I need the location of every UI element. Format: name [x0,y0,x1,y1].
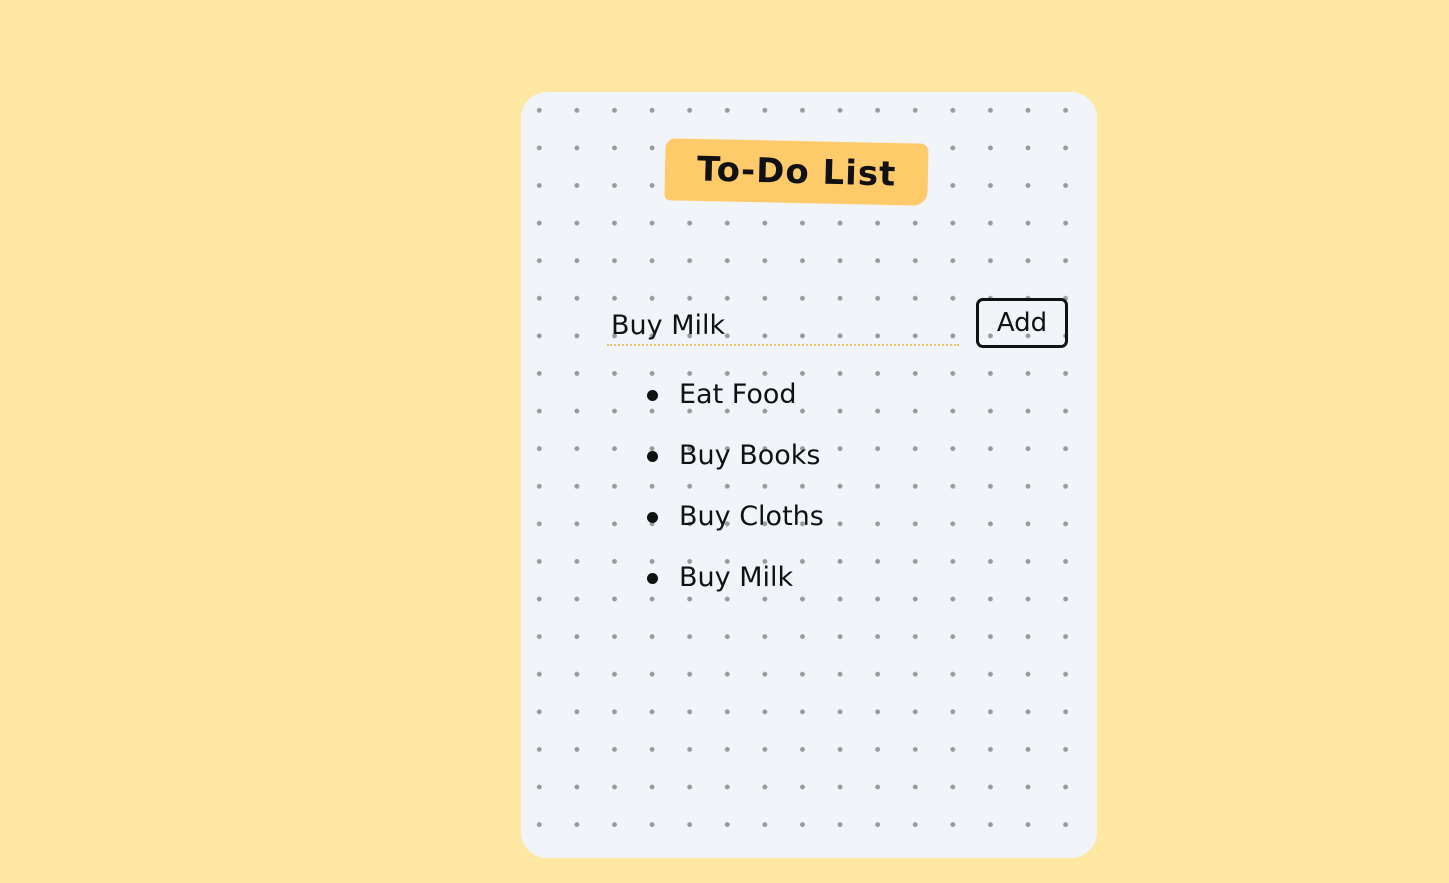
todo-list: Eat Food Buy Books Buy Cloths Buy Milk [647,370,824,614]
bullet-icon [647,451,658,462]
todo-input[interactable] [607,306,959,346]
bullet-icon [647,573,658,584]
bullet-icon [647,390,658,401]
list-item[interactable]: Eat Food [647,370,824,431]
list-item-label: Buy Books [679,440,821,471]
title-badge: To-Do List [664,138,929,206]
add-todo-row: Add [607,298,1070,354]
bullet-icon [647,512,658,523]
todo-card: To-Do List Add Eat Food Buy Books Buy Cl… [521,92,1097,858]
list-item-label: Eat Food [679,379,797,410]
list-item[interactable]: Buy Milk [647,553,824,614]
list-item[interactable]: Buy Cloths [647,492,824,553]
list-item[interactable]: Buy Books [647,431,824,492]
add-button[interactable]: Add [976,298,1068,348]
list-item-label: Buy Cloths [679,501,824,532]
list-item-label: Buy Milk [679,562,794,593]
page-title: To-Do List [696,149,897,195]
